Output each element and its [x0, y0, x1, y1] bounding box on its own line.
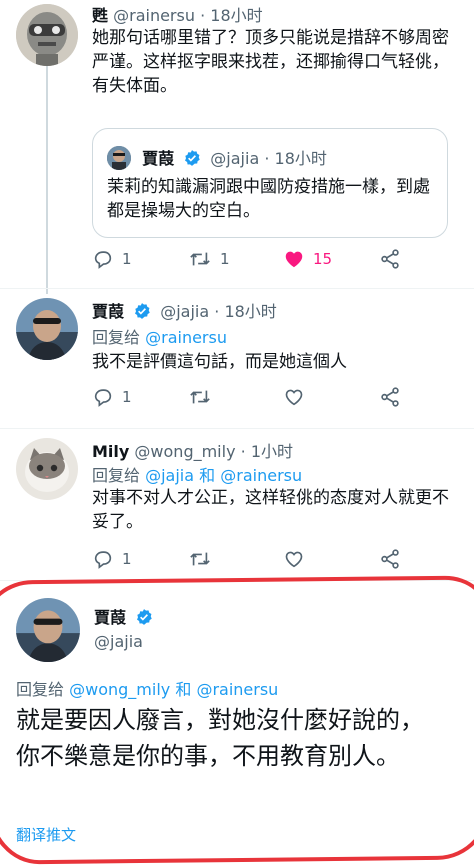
main-name-row: 賈葭	[94, 604, 157, 630]
avatar[interactable]	[16, 298, 78, 360]
mention-conjunction: 和	[199, 466, 216, 485]
share-button[interactable]	[379, 386, 401, 408]
quote-text: 茉莉的知識漏洞跟中國防疫措施一樣，到處都是操場大的空白。	[107, 177, 430, 221]
retweet-button[interactable]	[188, 386, 212, 408]
like-count: 15	[313, 250, 333, 268]
share-icon	[381, 387, 399, 407]
handle[interactable]: @wong_mily	[134, 442, 235, 461]
share-icon	[381, 549, 399, 569]
action-bar: 1	[92, 548, 422, 572]
divider	[0, 288, 474, 289]
quote-avatar	[107, 146, 131, 170]
avatar[interactable]	[16, 598, 80, 662]
retweet-button[interactable]	[188, 548, 212, 570]
tweet-jajia-reply[interactable]: 賈葭 @jajia · 18小时 回复给 @rainersu 我不是評價這句話，…	[0, 290, 474, 428]
divider	[0, 428, 474, 429]
share-button[interactable]	[379, 548, 401, 570]
reply-count: 1	[122, 250, 132, 268]
tweet-text: 她那句话哪里错了？顶多只能说是措辞不够周密严谨。这样抠字眼来找茬，还揶揄得口气轻…	[92, 28, 449, 96]
share-button[interactable]	[379, 248, 401, 270]
tweet-wong-mily[interactable]: Mily @wong_mily · 1小时 回复给 @jajia 和 @rain…	[0, 430, 474, 578]
retweet-icon	[190, 252, 210, 266]
translate-tweet-link[interactable]: 翻译推文	[16, 824, 76, 845]
reply-icon	[94, 551, 112, 569]
retweet-icon	[190, 552, 210, 566]
dot-separator: ·	[214, 302, 220, 321]
reply-prefix: 回复给	[92, 466, 141, 485]
main-handle[interactable]: @jajia	[94, 632, 143, 651]
reply-count: 1	[122, 388, 132, 406]
reply-icon	[94, 389, 112, 407]
verified-badge-icon	[183, 149, 201, 171]
display-name[interactable]: 甦	[92, 6, 108, 25]
mention-link[interactable]: @jajia	[145, 466, 194, 485]
avatar-image	[16, 298, 78, 360]
verified-badge-icon	[135, 608, 153, 630]
mention-link[interactable]: @rainersu	[145, 328, 227, 347]
avatar[interactable]	[16, 4, 78, 66]
dot-separator: ·	[200, 6, 206, 25]
like-button[interactable]	[283, 386, 305, 408]
handle[interactable]: @rainersu	[113, 6, 195, 25]
reply-prefix: 回复给	[92, 328, 141, 347]
reply-count: 1	[122, 550, 132, 568]
tweet-header: 甦 @rainersu · 18小时	[92, 2, 263, 26]
timestamp[interactable]: 1小时	[251, 442, 293, 461]
tweet-text: 对事不对人才公正，这样轻佻的态度对人就更不妥了。	[92, 488, 449, 532]
heart-icon	[285, 551, 303, 568]
quoted-tweet[interactable]: 賈葭 @jajia · 18小时 茉莉的知識漏洞跟中國防疫措施一樣，到處都是操場…	[92, 128, 448, 238]
tweet-text: 我不是評價這句話，而是她這個人	[92, 352, 347, 372]
quote-header: 賈葭 @jajia · 18小时	[107, 145, 327, 171]
replying-to: 回复给 @jajia 和 @rainersu	[92, 462, 302, 486]
mention-link[interactable]: @rainersu	[220, 466, 302, 485]
share-icon	[381, 249, 399, 269]
display-name[interactable]: 賈葭	[94, 608, 126, 627]
mention-link[interactable]: @rainersu	[196, 680, 278, 699]
main-tweet-text: 就是要因人廢言，對她沒什麼好說的，你不樂意是你的事，不用教育別人。	[16, 706, 424, 770]
dot-separator: ·	[240, 442, 246, 461]
verified-badge-icon	[133, 302, 151, 324]
action-bar: 1	[92, 386, 422, 410]
like-button[interactable]	[283, 548, 305, 570]
display-name[interactable]: 賈葭	[92, 302, 124, 321]
quote-display-name: 賈葭	[142, 149, 175, 168]
mention-link[interactable]: @wong_mily	[69, 680, 170, 699]
tweet-header: Mily @wong_mily · 1小时	[92, 438, 293, 462]
quote-timestamp: 18小时	[274, 149, 327, 168]
mention-conjunction: 和	[175, 680, 192, 699]
retweet-count: 1	[220, 250, 230, 268]
tweet-rainersu[interactable]: 甦 @rainersu · 18小时 她那句话哪里错了？顶多只能说是措辞不够周密…	[0, 0, 474, 290]
display-name[interactable]: Mily	[92, 442, 129, 461]
main-tweet: 賈葭 @jajia 回复给 @wong_mily 和 @rainersu 就是要…	[0, 580, 474, 865]
reply-button[interactable]: 1	[92, 386, 132, 408]
tweet-header: 賈葭 @jajia · 18小时	[92, 298, 277, 324]
avatar-image	[16, 598, 80, 662]
reply-icon	[94, 251, 112, 269]
quote-handle: @jajia	[210, 149, 260, 168]
action-bar: 1 1 15	[92, 248, 422, 272]
reply-button[interactable]: 1	[92, 548, 132, 570]
replying-to: 回复给 @rainersu	[92, 324, 227, 348]
reply-prefix: 回复给	[16, 680, 65, 699]
retweet-button[interactable]: 1	[188, 248, 230, 270]
heart-filled-icon	[285, 251, 303, 268]
reply-button[interactable]: 1	[92, 248, 132, 270]
avatar-image	[16, 438, 78, 500]
avatar-image	[16, 4, 78, 66]
heart-icon	[285, 389, 303, 406]
avatar[interactable]	[16, 438, 78, 500]
handle[interactable]: @jajia	[160, 302, 209, 321]
like-button[interactable]: 15	[283, 248, 332, 270]
retweet-icon	[190, 390, 210, 404]
replying-to: 回复给 @wong_mily 和 @rainersu	[16, 676, 278, 700]
timestamp[interactable]: 18小时	[224, 302, 276, 321]
timestamp[interactable]: 18小时	[210, 6, 262, 25]
dot-separator: ·	[264, 149, 270, 168]
